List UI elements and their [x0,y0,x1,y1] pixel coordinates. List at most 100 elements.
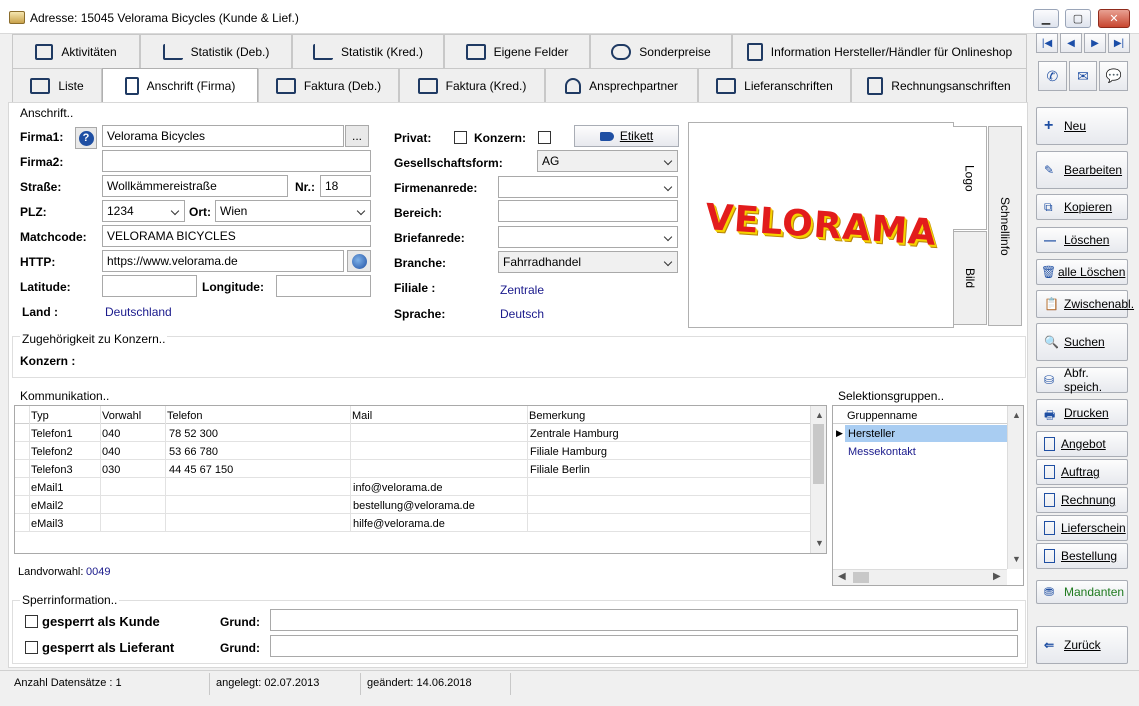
scroll-right-icon[interactable]: ▶ [993,571,1001,582]
chat-icon[interactable]: 💬 [1099,61,1129,91]
grund-lieferant-input[interactable] [270,635,1018,657]
list-item[interactable]: Hersteller [845,425,1007,442]
bearbeiten-button[interactable]: ✎ Bearbeiten [1036,151,1128,189]
plz-select[interactable]: 1234 [102,200,185,222]
table-row[interactable]: Telefon1 [31,428,73,440]
scroll-up-icon[interactable]: ▲ [815,410,824,420]
table-cell[interactable]: Zentrale Hamburg [530,428,619,440]
tab-statistik-deb[interactable]: Statistik (Deb.) [140,34,292,68]
strasse-input[interactable]: Wollkämmereistraße [102,175,288,197]
kommunikation-table[interactable]: Typ Vorwahl Telefon Mail Bemerkung Telef… [14,405,827,554]
tab-statistik-kred[interactable]: Statistik (Kred.) [292,34,444,68]
table-cell[interactable]: 040 [102,446,120,458]
col-typ[interactable]: Typ [31,410,49,422]
mail-icon[interactable]: ✉ [1068,61,1098,91]
minimize-icon[interactable]: ▁ [1033,9,1059,28]
abfrage-speichern-button[interactable]: ⛁ Abfr. speich. [1036,366,1128,394]
col-gruppenname[interactable]: Gruppenname [847,410,917,422]
briefanrede-select[interactable] [498,226,678,248]
alle-loeschen-button[interactable]: 🗑 alle Löschen [1036,259,1128,285]
tab-lieferanschriften[interactable]: Lieferanschriften [698,68,851,102]
tab-bild[interactable]: Bild [953,231,987,325]
matchcode-input[interactable]: VELORAMA BICYCLES [102,225,371,247]
selektion-list[interactable]: Gruppenname ▶ Hersteller Messekontakt ▲ … [832,405,1024,586]
ort-select[interactable]: Wien [215,200,371,222]
etikett-button[interactable]: Etikett [574,125,679,147]
longitude-input[interactable] [276,275,371,297]
tab-rechnungsanschriften[interactable]: Rechnungsanschriften [851,68,1027,102]
vertical-scrollbar[interactable]: ▲ ▼ [1007,406,1023,569]
mandanten-button[interactable]: ⛃ Mandanten [1036,580,1128,604]
lieferschein-button[interactable]: Lieferschein [1036,515,1128,541]
kopieren-button[interactable]: ⧉ Kopieren [1036,194,1128,220]
table-cell[interactable]: Filiale Hamburg [530,446,607,458]
scroll-down-icon[interactable]: ▼ [815,538,824,548]
scroll-down-icon[interactable]: ▼ [1012,554,1021,564]
table-row[interactable]: eMail1 [31,482,63,494]
table-row[interactable]: eMail3 [31,518,63,530]
col-mail[interactable]: Mail [352,410,372,422]
last-record-icon[interactable]: ▶| [1108,33,1130,53]
latitude-input[interactable] [102,275,197,297]
table-cell[interactable]: Filiale Berlin [530,464,590,476]
close-icon[interactable]: ✕ [1098,9,1130,28]
scrollbar-thumb[interactable] [813,424,824,484]
grund-kunde-input[interactable] [270,609,1018,631]
firmenanrede-select[interactable] [498,176,678,198]
gesellschaftsform-select[interactable]: AG [537,150,678,172]
sprache-value[interactable]: Deutsch [500,307,544,321]
suchen-button[interactable]: 🔍 Suchen [1036,323,1128,361]
scroll-up-icon[interactable]: ▲ [1012,410,1021,420]
auftrag-button[interactable]: Auftrag [1036,459,1128,485]
zwischenablage-button[interactable]: 📋 Zwischenabl. [1036,290,1134,318]
table-row[interactable]: Telefon2 [31,446,73,458]
http-input[interactable]: https://www.velorama.de [102,250,344,272]
zurueck-button[interactable]: ⇐ Zurück [1036,626,1128,664]
gesperrt-lieferant-checkbox[interactable] [25,641,38,654]
tab-schnellinfo[interactable]: Schnellinfo [988,126,1022,326]
angebot-button[interactable]: Angebot [1036,431,1128,457]
nr-input[interactable]: 18 [320,175,371,197]
rechnung-button[interactable]: Rechnung [1036,487,1128,513]
col-telefon[interactable]: Telefon [167,410,202,422]
gesperrt-kunde-checkbox[interactable] [25,615,38,628]
filiale-value[interactable]: Zentrale [500,283,544,297]
col-vorwahl[interactable]: Vorwahl [102,410,141,422]
firma1-more-button[interactable]: ... [345,125,369,147]
landvorwahl-value[interactable]: 0049 [86,566,110,578]
bestellung-button[interactable]: Bestellung [1036,543,1128,569]
table-cell[interactable]: hilfe@velorama.de [353,518,445,530]
loeschen-button[interactable]: — Löschen [1036,227,1128,253]
open-website-button[interactable] [347,250,371,272]
tab-faktura-kred[interactable]: Faktura (Kred.) [399,68,545,102]
help-button[interactable]: ? [75,127,97,149]
scrollbar-thumb[interactable] [853,572,869,583]
tab-sonderpreise[interactable]: Sonderpreise [590,34,732,68]
maximize-icon[interactable]: ▢ [1065,9,1091,28]
land-value[interactable]: Deutschland [105,305,172,319]
col-bemerkung[interactable]: Bemerkung [529,410,585,422]
tab-ansprechpartner[interactable]: Ansprechpartner [545,68,698,102]
tab-anschrift-firma[interactable]: Anschrift (Firma) [102,68,258,103]
table-cell[interactable]: info@velorama.de [353,482,442,494]
scroll-left-icon[interactable]: ◀ [838,571,846,582]
tab-information-onlineshop[interactable]: Information Hersteller/Händler für Onlin… [732,34,1027,68]
table-cell[interactable]: 030 [102,464,120,476]
table-row[interactable]: Telefon3 [31,464,73,476]
table-cell[interactable]: bestellung@velorama.de [353,500,475,512]
bereich-input[interactable] [498,200,678,222]
horizontal-scrollbar[interactable]: ◀ ▶ [833,569,1007,585]
previous-record-icon[interactable]: ◀ [1060,33,1082,53]
table-cell[interactable]: 53 66 780 [169,446,218,458]
tab-aktivitaeten[interactable]: Aktivitäten [12,34,140,68]
neu-button[interactable]: + Neu [1036,107,1128,145]
table-cell[interactable]: 78 52 300 [169,428,218,440]
drucken-button[interactable]: 🖶 Drucken [1036,399,1128,426]
branche-select[interactable]: Fahrradhandel [498,251,678,273]
first-record-icon[interactable]: |◀ [1036,33,1058,53]
phone-icon[interactable]: ✆ [1038,61,1067,91]
vertical-scrollbar[interactable]: ▲ ▼ [810,406,826,553]
konzern-checkbox[interactable] [538,131,551,144]
table-row[interactable]: eMail2 [31,500,63,512]
tab-eigene-felder[interactable]: Eigene Felder [444,34,590,68]
